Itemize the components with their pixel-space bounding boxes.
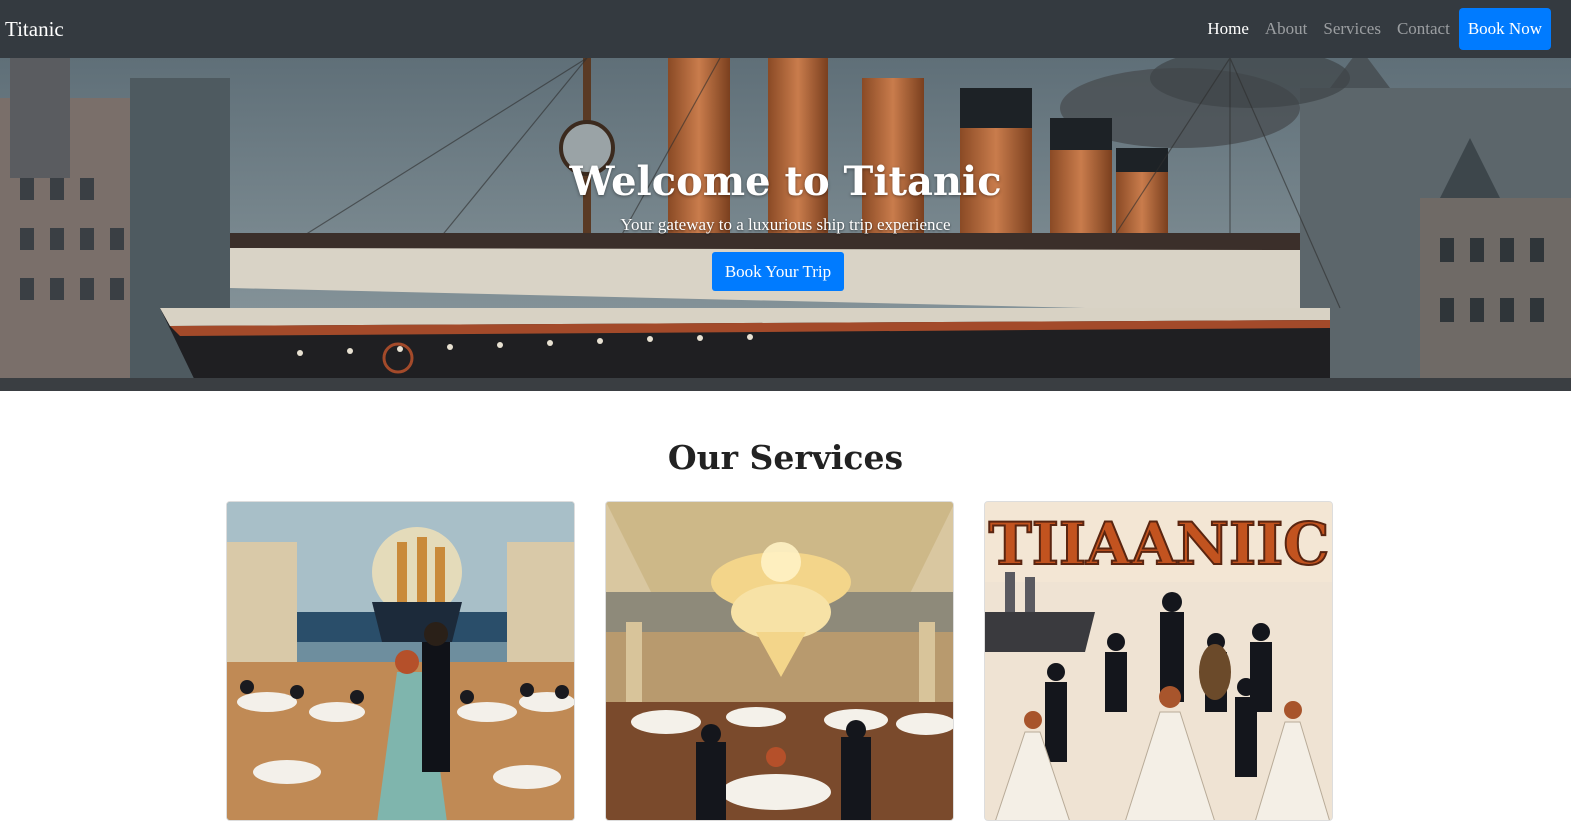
poster-text: TIIAANIIC	[989, 510, 1330, 578]
book-now-button[interactable]: Book Now	[1458, 8, 1551, 50]
brand-logo[interactable]: Titanic	[5, 18, 64, 40]
nav-links: Home About Services Contact Book Now	[1191, 0, 1551, 58]
dining-dance-image	[227, 502, 574, 820]
entertainment-poster-image: TIIAANIIC	[985, 502, 1332, 820]
nav-link-home[interactable]: Home	[1207, 19, 1249, 39]
nav-link-contact[interactable]: Contact	[1397, 19, 1450, 39]
hero-banner: Welcome to Titanic Your gateway to a lux…	[0, 58, 1571, 391]
hero-content: Welcome to Titanic Your gateway to a lux…	[0, 58, 1571, 391]
book-your-trip-button[interactable]: Book Your Trip	[712, 252, 844, 291]
service-card-entertainment[interactable]: TIIAANIIC	[984, 501, 1333, 821]
hero-title: Welcome to Titanic	[569, 158, 1002, 205]
service-card-ballroom[interactable]	[605, 501, 954, 821]
top-navbar: Titanic Home About Services Contact Book…	[0, 0, 1571, 58]
ballroom-chandelier-image	[606, 502, 953, 820]
hero-subtitle: Your gateway to a luxurious ship trip ex…	[620, 215, 951, 234]
service-card-dining[interactable]	[226, 501, 575, 821]
nav-link-about[interactable]: About	[1265, 19, 1308, 39]
services-heading: Our Services	[667, 438, 904, 477]
nav-link-services[interactable]: Services	[1323, 19, 1381, 39]
